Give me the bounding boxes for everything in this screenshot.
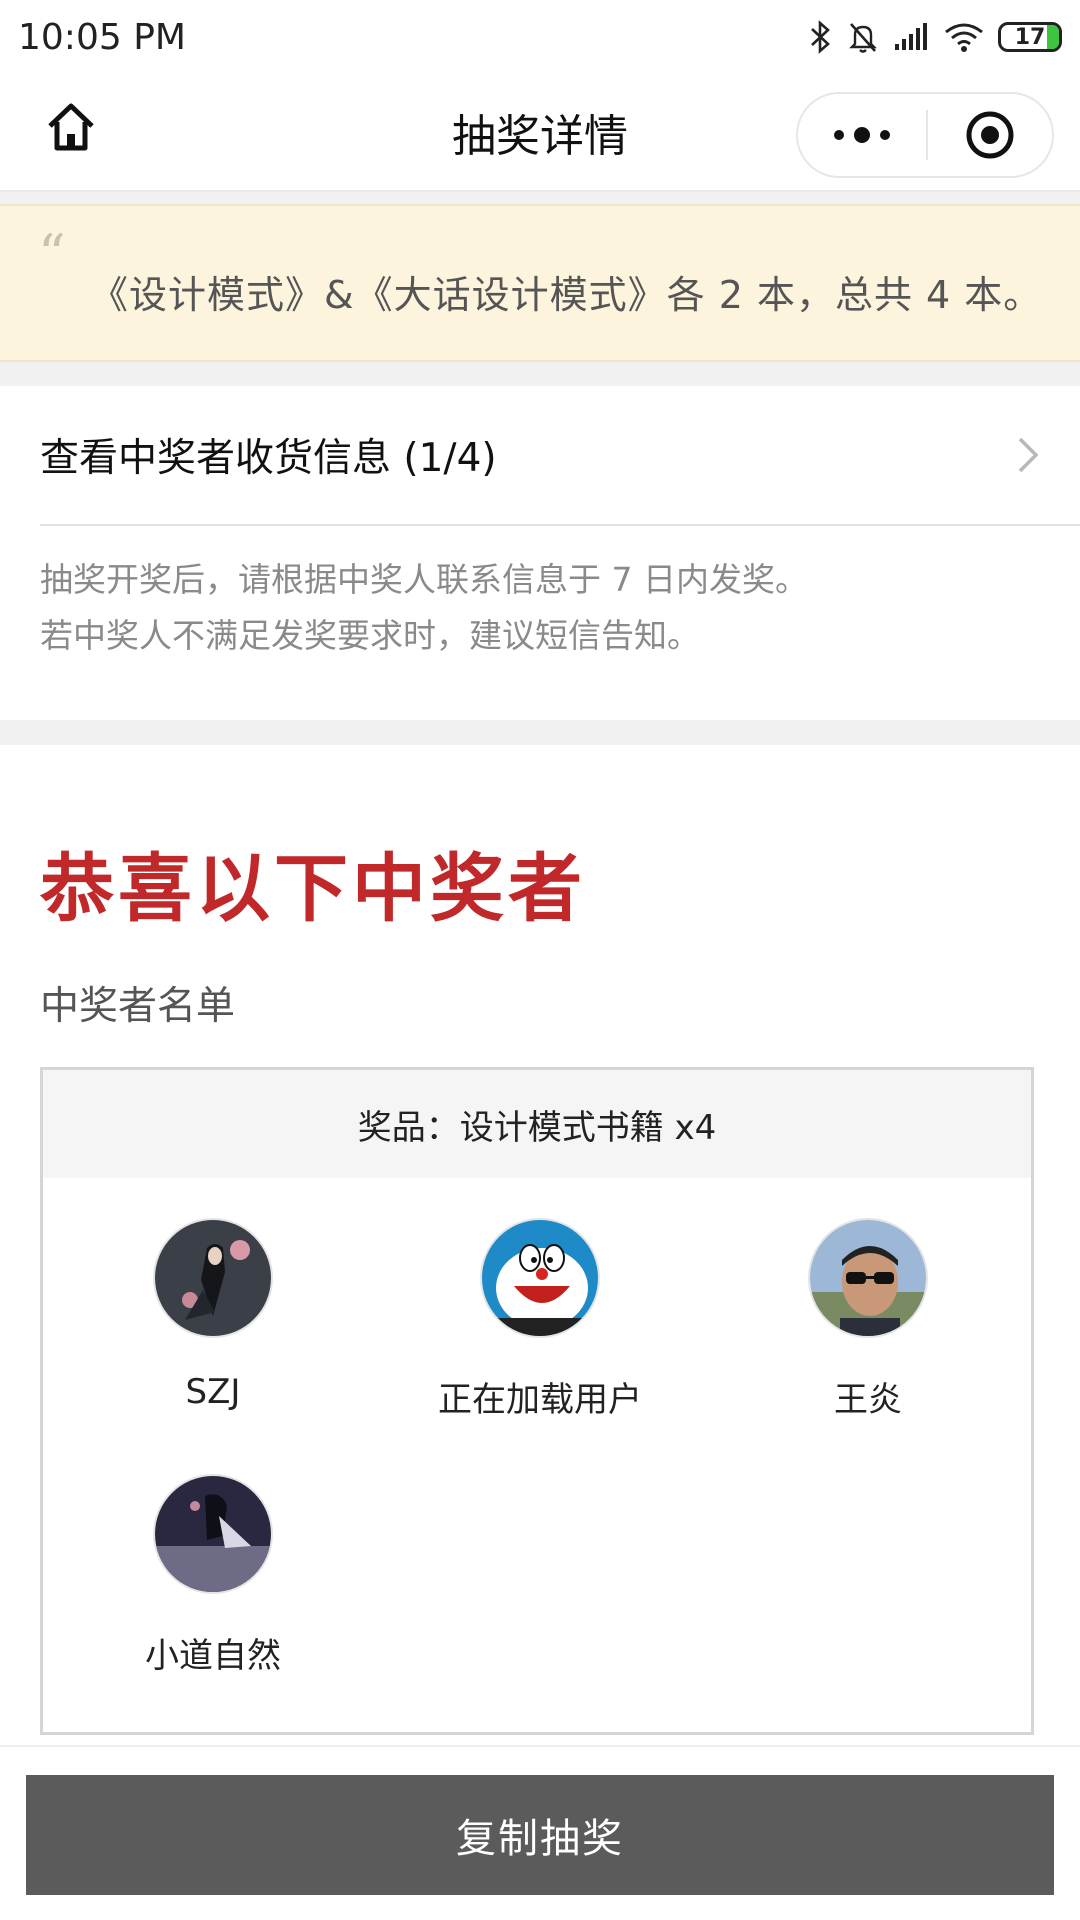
chevron-right-icon <box>1018 437 1039 473</box>
status-bar: 10:05 PM 17 <box>0 0 1080 74</box>
winner-list-title: 中奖者名单 <box>40 984 236 1029</box>
results-card: 恭喜以下中奖者 中奖者名单 奖品：设计模式书籍 x4 SZJ 正在加载用户 王炎… <box>0 745 1080 1745</box>
battery-icon: 17 <box>998 22 1062 52</box>
winner-item[interactable]: SZJ <box>48 1218 378 1412</box>
winner-name: SZJ <box>185 1372 241 1412</box>
bluetooth-icon <box>811 20 830 54</box>
view-shipping-info-link[interactable]: 查看中奖者收货信息 (1/4) <box>40 386 1080 526</box>
mute-bell-icon <box>849 23 877 53</box>
bottom-action-bar: 复制抽奖 <box>0 1745 1080 1920</box>
notice-text: 《设计模式》&《大话设计模式》各 2 本，总共 4 本。 <box>90 273 1043 317</box>
prize-hint: 抽奖开奖后，请根据中奖人联系信息于 7 日内发奖。 若中奖人不满足发奖要求时，建… <box>40 552 808 664</box>
copy-lottery-button[interactable]: 复制抽奖 <box>26 1775 1054 1895</box>
winner-name: 小道自然 <box>145 1636 281 1676</box>
winner-item[interactable]: 小道自然 <box>48 1474 378 1677</box>
target-icon[interactable] <box>928 94 1052 176</box>
avatar <box>480 1218 600 1338</box>
section-gap <box>0 362 1080 386</box>
home-icon[interactable] <box>42 98 100 156</box>
winner-name: 王炎 <box>834 1380 902 1420</box>
battery-level: 17 <box>1014 24 1046 50</box>
section-gap <box>0 192 1080 204</box>
winner-name: 正在加载用户 <box>438 1380 642 1420</box>
hint-line: 若中奖人不满足发奖要求时，建议短信告知。 <box>40 616 700 655</box>
hint-line: 抽奖开奖后，请根据中奖人联系信息于 7 日内发奖。 <box>40 560 808 599</box>
avatar <box>808 1218 928 1338</box>
prize-notice: “ 《设计模式》&《大话设计模式》各 2 本，总共 4 本。 <box>0 204 1080 362</box>
status-icons: 17 <box>808 20 1062 54</box>
winner-item[interactable]: 王炎 <box>703 1218 1033 1421</box>
prize-label: 奖品：设计模式书籍 x4 <box>43 1070 1031 1178</box>
view-shipping-info-label: 查看中奖者收货信息 (1/4) <box>40 436 497 481</box>
avatar <box>153 1218 273 1338</box>
status-time: 10:05 PM <box>18 16 186 58</box>
signal-icon <box>895 23 927 50</box>
page-title: 抽奖详情 <box>452 111 628 162</box>
section-gap <box>0 720 1080 745</box>
wifi-icon <box>945 23 983 52</box>
capsule-menu <box>796 92 1054 178</box>
winner-info-card: 查看中奖者收货信息 (1/4) 抽奖开奖后，请根据中奖人联系信息于 7 日内发奖… <box>0 386 1080 720</box>
quote-mark-icon: “ <box>38 223 66 286</box>
nav-bar: 抽奖详情 <box>0 74 1080 192</box>
winner-item[interactable]: 正在加载用户 <box>375 1218 705 1421</box>
more-dots-icon[interactable] <box>798 94 926 176</box>
congrats-heading: 恭喜以下中奖者 <box>40 846 586 932</box>
avatar <box>153 1474 273 1594</box>
prize-winners-box: 奖品：设计模式书籍 x4 SZJ 正在加载用户 王炎 小道自然 <box>40 1067 1034 1735</box>
